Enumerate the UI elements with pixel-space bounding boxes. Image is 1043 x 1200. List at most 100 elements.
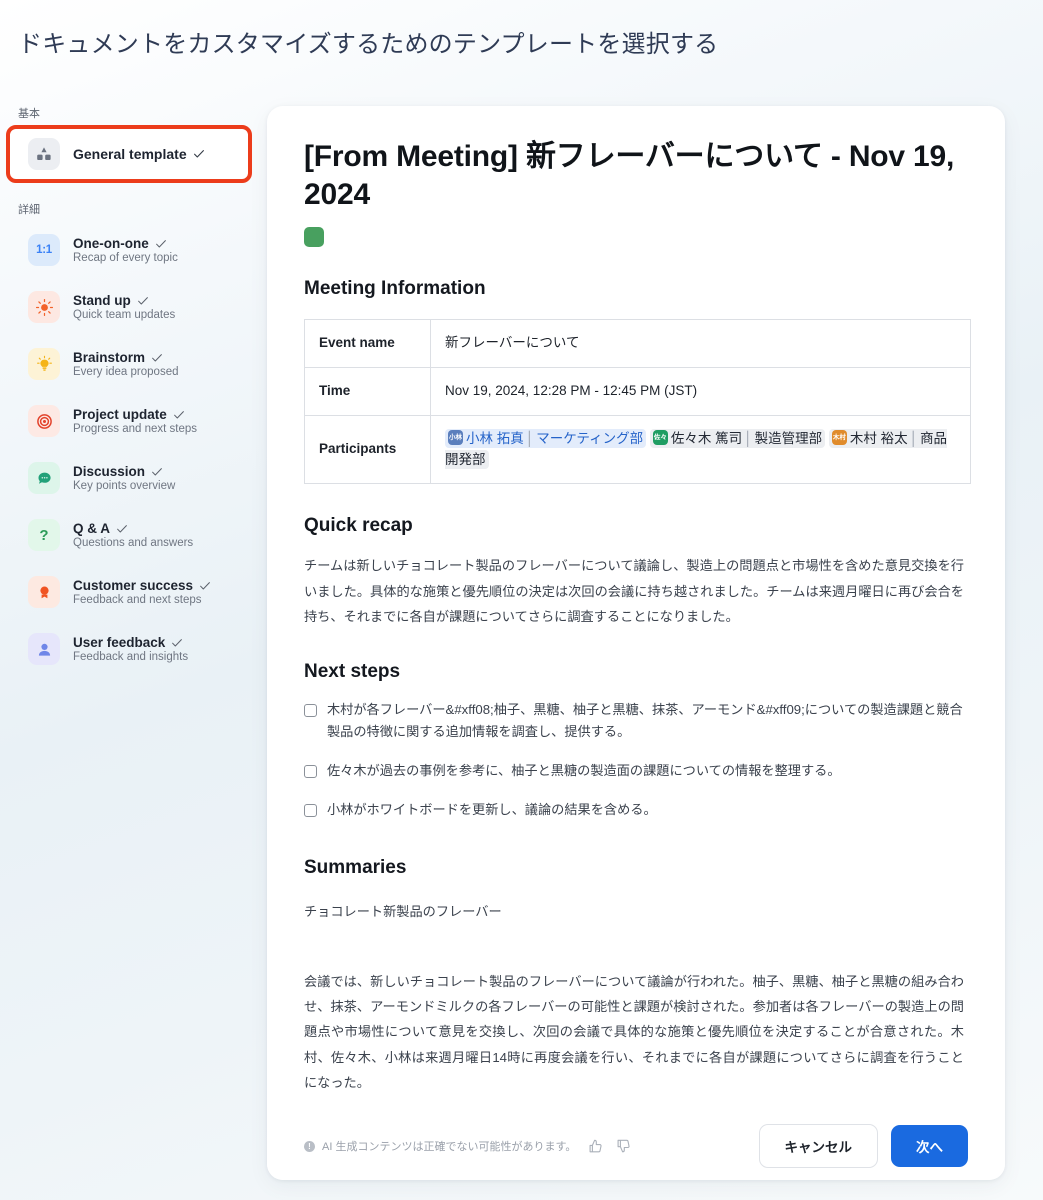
sidebar-item-label: Stand up: [73, 293, 131, 308]
template-sidebar: 基本 General template 詳細 1:1 One-on-one Re…: [0, 105, 258, 681]
section-heading-meeting-information: Meeting Information: [304, 277, 486, 299]
sidebar-section-label-detail: 詳細: [18, 204, 40, 216]
sidebar-item-subtitle: Quick team updates: [73, 309, 176, 321]
sidebar-item-stand-up[interactable]: Stand up Quick team updates: [10, 282, 248, 332]
target-icon: [28, 405, 60, 437]
cancel-button[interactable]: キャンセル: [758, 1124, 878, 1168]
sidebar-item-brainstorm[interactable]: Brainstorm Every idea proposed: [10, 339, 248, 389]
next-steps-list: 木村が各フレーバー&#xff08;柚子、黒糖、柚子と黒糖、抹茶、アーモンド&#x…: [304, 699, 966, 822]
sidebar-item-label: Brainstorm: [73, 350, 146, 365]
ai-disclaimer: ! AI 生成コンテンツは正確でない可能性があります。: [304, 1138, 632, 1155]
shapes-icon: [28, 138, 60, 170]
thumbs-down-icon[interactable]: [615, 1138, 632, 1155]
sidebar-item-subtitle: Feedback and next steps: [73, 594, 202, 606]
sidebar-item-label: Project update: [73, 407, 167, 422]
table-row: Time Nov 19, 2024, 12:28 PM - 12:45 PM (…: [304, 366, 971, 416]
checkbox[interactable]: [304, 803, 317, 817]
award-icon: [28, 576, 60, 608]
next-step-text: 小林がホワイトボードを更新し、議論の結果を含める。: [327, 801, 657, 817]
sidebar-item-label: Discussion: [73, 464, 146, 479]
list-item: 佐々木が過去の事例を参考に、柚子と黒糖の製造面の課題についての情報を整理する。: [304, 760, 966, 783]
sidebar-item-label: User feedback: [73, 635, 166, 650]
document-footer: ! AI 生成コンテンツは正確でない可能性があります。 キャンセル 次へ: [267, 1112, 1005, 1180]
participant-department: 製造管理部: [754, 430, 823, 446]
table-row: Participants 小林 小林 拓真 │ マーケティング部 佐々 佐々木 篤司 │ 製…: [304, 414, 971, 485]
document-body: [From Meeting] 新フレーバーについて - Nov 19, 2024…: [267, 106, 1005, 1112]
sidebar-item-subtitle: Feedback and insights: [73, 651, 189, 663]
divider: │: [909, 430, 919, 446]
info-icon: !: [304, 1140, 315, 1152]
check-icon: [171, 637, 183, 649]
person-icon: [28, 633, 60, 665]
divider: │: [744, 430, 753, 446]
next-step-text: 佐々木が過去の事例を参考に、柚子と黒糖の製造面の課題についての情報を整理する。: [327, 762, 841, 778]
document-title: [From Meeting] 新フレーバーについて - Nov 19, 2024: [304, 140, 955, 212]
sidebar-item-q-and-a[interactable]: ? Q & A Questions and answers: [10, 510, 248, 560]
sidebar-item-subtitle: Questions and answers: [73, 537, 194, 549]
section-heading-next-steps: Next steps: [304, 660, 401, 682]
table-key-participants: Participants: [304, 414, 431, 485]
list-item: 小林がホワイトボードを更新し、議論の結果を含める。: [304, 799, 966, 822]
check-icon: [151, 352, 163, 364]
check-icon: [193, 148, 205, 160]
page-title: ドキュメントをカスタマイズするためのテンプレートを選択する: [18, 31, 719, 58]
ai-disclaimer-text: AI 生成コンテンツは正確でない可能性があります。: [322, 1141, 577, 1153]
table-key-time: Time: [304, 366, 431, 416]
sidebar-item-project-update[interactable]: Project update Progress and next steps: [10, 396, 248, 446]
meeting-information-table: Event name 新フレーバーについて Time Nov 19, 2024,…: [304, 318, 971, 485]
sidebar-item-user-feedback[interactable]: User feedback Feedback and insights: [10, 624, 248, 674]
avatar: 佐々: [652, 429, 668, 445]
avatar: 木村: [831, 429, 847, 445]
summaries-text: 会議では、新しいチョコレート製品のフレーバーについて議論が行われた。柚子、黒糖、…: [304, 973, 964, 1091]
participant-name: 小林 拓真: [466, 430, 524, 446]
lightbulb-icon: [28, 348, 60, 380]
sidebar-section-label-basic: 基本: [18, 108, 40, 120]
summaries-lead: チョコレート新製品のフレーバー: [304, 904, 502, 920]
participant-department: マーケティング部: [536, 430, 644, 446]
check-icon: [199, 580, 211, 592]
document-color-chip: [304, 226, 324, 247]
document-preview-card: [From Meeting] 新フレーバーについて - Nov 19, 2024…: [267, 106, 1005, 1180]
avatar: 小林: [448, 429, 463, 445]
footer-actions: キャンセル 次へ: [758, 1124, 968, 1168]
section-heading-summaries: Summaries: [304, 857, 407, 879]
sidebar-item-label: Customer success: [73, 578, 194, 593]
sidebar-item-label: Q & A: [73, 521, 110, 536]
checkbox[interactable]: [304, 703, 317, 717]
participant-name: 佐々木 篤司: [670, 430, 743, 446]
table-value-participants: 小林 小林 拓真 │ マーケティング部 佐々 佐々木 篤司 │ 製造管理部 木村 木村 裕太 │…: [430, 414, 971, 485]
participant-chip[interactable]: 小林 小林 拓真 │ マーケティング部: [445, 428, 647, 448]
sidebar-item-discussion[interactable]: Discussion Key points overview: [10, 453, 248, 503]
check-icon: [173, 409, 185, 421]
check-icon: [155, 238, 167, 250]
participant-chip[interactable]: 佐々 佐々木 篤司 │ 製造管理部: [649, 428, 826, 448]
sidebar-item-customer-success[interactable]: Customer success Feedback and next steps: [10, 567, 248, 617]
table-row: Event name 新フレーバーについて: [304, 318, 971, 368]
sidebar-item-label: General template: [73, 146, 187, 162]
sidebar-item-subtitle: Key points overview: [73, 480, 176, 492]
sun-icon: [28, 291, 60, 323]
divider: │: [525, 430, 535, 446]
sidebar-item-subtitle: Every idea proposed: [73, 366, 179, 378]
next-button[interactable]: 次へ: [891, 1125, 968, 1167]
section-heading-quick-recap: Quick recap: [304, 515, 413, 537]
table-key-event-name: Event name: [304, 318, 431, 368]
chat-bubble-icon: [28, 462, 60, 494]
sidebar-item-subtitle: Progress and next steps: [73, 423, 198, 435]
next-step-text: 木村が各フレーバー&#xff08;柚子、黒糖、柚子と黒糖、抹茶、アーモンド&#x…: [327, 701, 963, 740]
sidebar-item-subtitle: Recap of every topic: [73, 252, 178, 264]
check-icon: [116, 523, 128, 535]
thumbs-up-icon[interactable]: [587, 1138, 604, 1155]
table-value-time: Nov 19, 2024, 12:28 PM - 12:45 PM (JST): [430, 366, 971, 416]
checkbox[interactable]: [304, 764, 317, 778]
sidebar-detail-list: 1:1 One-on-one Recap of every topic Stan…: [0, 225, 258, 674]
sidebar-item-general-template[interactable]: General template: [6, 125, 252, 183]
check-icon: [137, 295, 149, 307]
list-item: 木村が各フレーバー&#xff08;柚子、黒糖、柚子と黒糖、抹茶、アーモンド&#x…: [304, 699, 966, 744]
participant-name: 木村 裕太: [849, 430, 908, 446]
check-icon: [151, 466, 163, 478]
sidebar-item-one-on-one[interactable]: 1:1 One-on-one Recap of every topic: [10, 225, 248, 275]
table-value-event-name: 新フレーバーについて: [430, 318, 971, 368]
one-on-one-icon: 1:1: [28, 234, 60, 266]
sidebar-item-label: One-on-one: [73, 236, 149, 251]
